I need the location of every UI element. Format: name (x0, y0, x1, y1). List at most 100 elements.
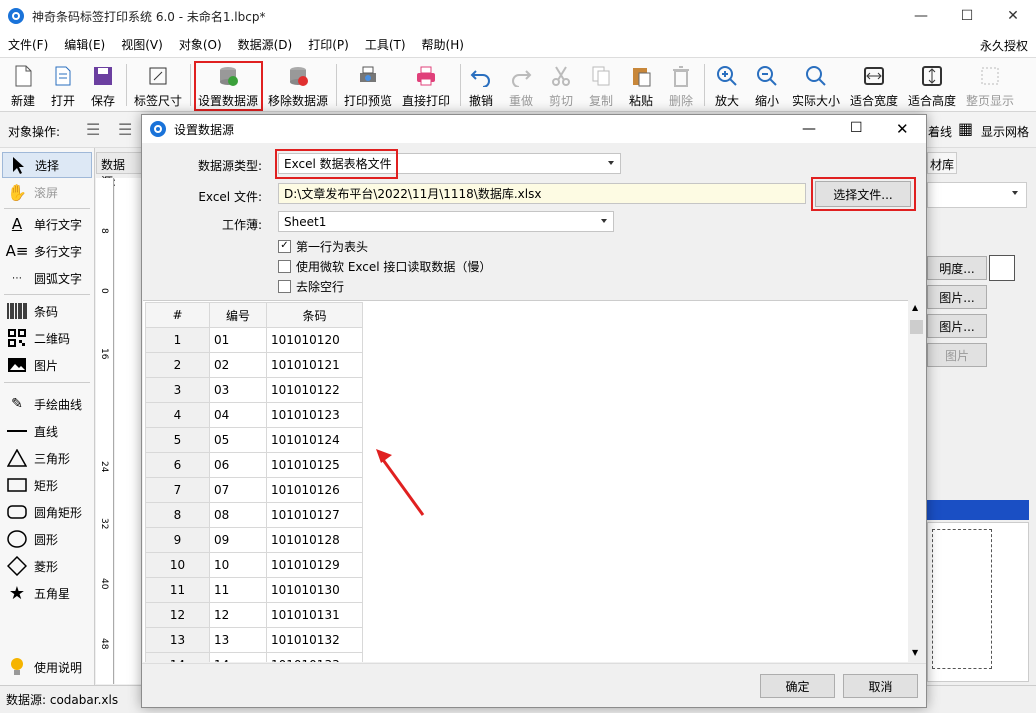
actual-size-button[interactable]: 实际大小 (788, 61, 844, 109)
table-cell[interactable]: 01 (209, 327, 267, 353)
menu-datasource[interactable]: 数据源(D) (230, 36, 301, 53)
image-button-1[interactable]: 图片... (927, 285, 987, 309)
cut-button[interactable]: 剪切 (544, 61, 578, 109)
table-cell[interactable]: 14 (209, 652, 267, 662)
tool-star[interactable]: ★ 五角星 (6, 581, 70, 605)
license-label[interactable]: 永久授权 (980, 37, 1028, 54)
new-button[interactable]: 新建 (4, 61, 42, 109)
table-cell[interactable]: 07 (209, 477, 267, 503)
menu-print[interactable]: 打印(P) (300, 36, 357, 53)
tool-diamond[interactable]: 菱形 (6, 554, 58, 578)
undo-button[interactable]: 撤销 (464, 61, 498, 109)
row-number-cell[interactable]: 2 (145, 352, 210, 378)
table-row[interactable]: 1414101010133 (145, 652, 363, 662)
row-number-cell[interactable]: 9 (145, 527, 210, 553)
tool-triangle[interactable]: 三角形 (6, 446, 70, 470)
tool-rounded-rectangle[interactable]: 圆角矩形 (6, 500, 82, 524)
tool-arc-text[interactable]: ⋯ 圆弧文字 (6, 266, 82, 290)
layer-stack-icon[interactable]: ☰ (118, 120, 132, 139)
table-row[interactable]: 13 13 101010132 (145, 627, 363, 653)
selected-list-row[interactable] (927, 500, 1029, 520)
remove-datasource-button[interactable]: 移除数据源 (266, 61, 330, 109)
table-cell[interactable]: 101010125 (266, 452, 363, 478)
table-row[interactable]: 3 03 101010122 (145, 377, 363, 403)
minimize-button[interactable]: — (898, 0, 944, 32)
image-button-2[interactable]: 图片... (927, 314, 987, 338)
table-row[interactable]: 8 08 101010127 (145, 502, 363, 528)
table-row[interactable]: 12 12 101010131 (145, 602, 363, 628)
table-row[interactable]: 7 07 101010126 (145, 477, 363, 503)
first-row-header-checkbox[interactable]: ✓ 第一行为表头 (278, 237, 368, 255)
row-number-cell[interactable]: 4 (145, 402, 210, 428)
menu-object[interactable]: 对象(O) (171, 36, 230, 53)
table-cell[interactable]: 101010126 (266, 477, 363, 503)
row-number-cell[interactable]: 3 (145, 377, 210, 403)
zoom-in-button[interactable]: 放大 (710, 61, 744, 109)
table-row[interactable]: 5 05 101010124 (145, 427, 363, 453)
fit-height-button[interactable]: 适合高度 (904, 61, 960, 109)
tool-freehand[interactable]: ✎ 手绘曲线 (6, 392, 82, 416)
table-row[interactable]: 4 04 101010123 (145, 402, 363, 428)
row-number-cell[interactable]: 12 (145, 602, 210, 628)
ok-button[interactable]: 确定 (760, 674, 835, 698)
menu-view[interactable]: 视图(V) (113, 36, 171, 53)
table-row[interactable]: 10 10 101010129 (145, 552, 363, 578)
table-cell[interactable]: 101010130 (266, 577, 363, 603)
tool-circle[interactable]: 圆形 (6, 527, 58, 551)
scroll-down-icon[interactable]: ▼ (912, 648, 918, 657)
direct-print-button[interactable]: 直接打印 (398, 61, 454, 109)
table-cell[interactable]: 101010131 (266, 602, 363, 628)
tool-scroll[interactable]: ✋ 滚屏 (6, 180, 58, 204)
open-button[interactable]: 打开 (44, 61, 82, 109)
table-cell[interactable]: 13 (209, 627, 267, 653)
menu-file[interactable]: 文件(F) (0, 36, 56, 53)
table-cell[interactable]: 03 (209, 377, 267, 403)
close-button[interactable]: ✕ (990, 0, 1036, 32)
row-number-cell[interactable]: 5 (145, 427, 210, 453)
tool-line[interactable]: 直线 (6, 419, 58, 443)
maximize-button[interactable]: ☐ (944, 0, 990, 32)
transparency-button[interactable]: 明度... (927, 256, 987, 280)
menu-help[interactable]: 帮助(H) (414, 36, 472, 53)
table-cell[interactable]: 101010132 (266, 627, 363, 653)
dialog-close-button[interactable]: ✕ (896, 120, 909, 138)
table-row[interactable]: 2 02 101010121 (145, 352, 363, 378)
menu-edit[interactable]: 编辑(E) (56, 36, 113, 53)
table-cell[interactable]: 101010127 (266, 502, 363, 528)
grid-scrollbar[interactable]: ▲ ▼ (908, 300, 925, 662)
table-cell[interactable]: 101010124 (266, 427, 363, 453)
table-cell[interactable]: 101010122 (266, 377, 363, 403)
guide-line-label[interactable]: 着线 (928, 123, 952, 140)
tool-multi-line-text[interactable]: A≡ 多行文字 (6, 239, 82, 263)
row-number-cell[interactable]: 7 (145, 477, 210, 503)
remove-empty-rows-checkbox[interactable]: 去除空行 (278, 277, 344, 295)
print-preview-button[interactable]: 打印预览 (340, 61, 396, 109)
table-cell[interactable]: 08 (209, 502, 267, 528)
tool-barcode[interactable]: 条码 (6, 299, 58, 323)
table-row[interactable]: 1 01 101010120 (145, 327, 363, 353)
table-cell[interactable]: 04 (209, 402, 267, 428)
row-number-cell[interactable]: 13 (145, 627, 210, 653)
label-size-button[interactable]: 标签尺寸 (130, 61, 186, 109)
table-cell[interactable]: 101010133 (266, 652, 363, 662)
property-combo[interactable] (927, 182, 1027, 208)
use-excel-interface-checkbox[interactable]: 使用微软 Excel 接口读取数据（慢） (278, 257, 491, 275)
table-cell[interactable]: 11 (209, 577, 267, 603)
full-page-button[interactable]: 整页显示 (962, 61, 1018, 109)
row-number-cell[interactable]: 11 (145, 577, 210, 603)
zoom-out-button[interactable]: 缩小 (750, 61, 784, 109)
table-cell[interactable]: 12 (209, 602, 267, 628)
menu-tools[interactable]: 工具(T) (357, 36, 414, 53)
table-cell[interactable]: 10 (209, 552, 267, 578)
layer-icon[interactable]: ☰ (86, 120, 100, 139)
table-cell[interactable]: 101010129 (266, 552, 363, 578)
copy-button[interactable]: 复制 (584, 61, 618, 109)
fit-width-button[interactable]: 适合宽度 (846, 61, 902, 109)
table-cell[interactable]: 101010123 (266, 402, 363, 428)
row-number-cell[interactable]: 14 (145, 652, 210, 662)
table-row[interactable]: 9 09 101010128 (145, 527, 363, 553)
datasource-tab[interactable]: 数据源: (96, 152, 142, 189)
tool-image[interactable]: 图片 (6, 353, 58, 377)
table-cell[interactable]: 101010128 (266, 527, 363, 553)
table-cell[interactable]: 05 (209, 427, 267, 453)
